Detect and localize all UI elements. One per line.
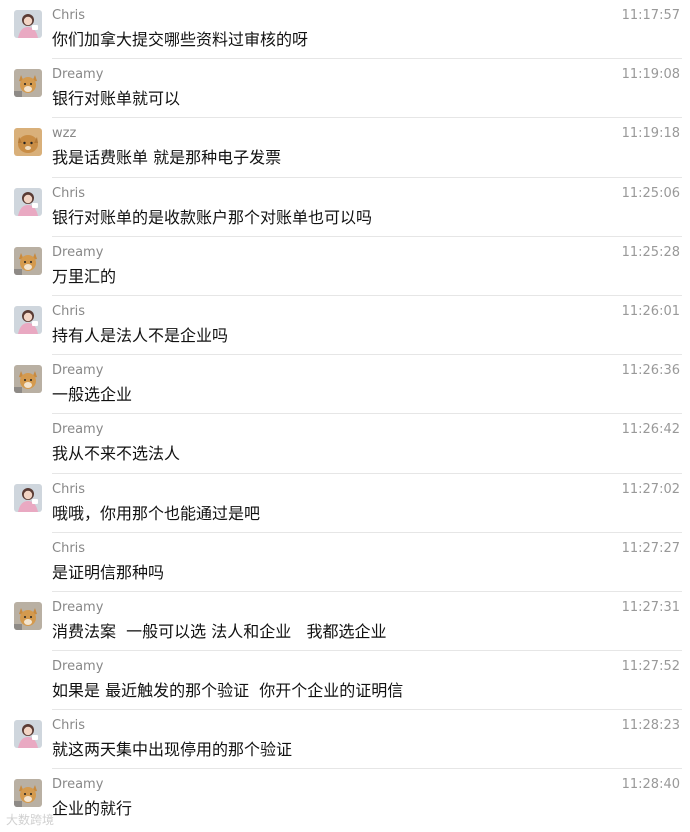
message-item[interactable]: Dreamy 11:27:31 消费法案 一般可以选 法人和企业 我都选企业: [0, 592, 690, 652]
message-item[interactable]: Chris 11:28:23 就这两天集中出现停用的那个验证: [0, 710, 690, 770]
message-text: 我是话费账单 就是那种电子发票: [52, 148, 282, 168]
message-item[interactable]: Dreamy 11:26:36 一般选企业: [0, 355, 690, 415]
sender-name: Dreamy: [52, 67, 104, 83]
message-text: 银行对账单就可以: [52, 89, 181, 109]
message-item[interactable]: Chris 11:25:06 银行对账单的是收款账户那个对账单也可以吗: [0, 178, 690, 237]
sender-name: Dreamy: [52, 659, 104, 675]
message-text: 万里汇的: [52, 266, 117, 286]
sender-name: Dreamy: [52, 363, 104, 379]
message-time: 11:27:27: [621, 540, 680, 556]
message-time: 11:25:06: [621, 185, 680, 201]
avatar[interactable]: [14, 720, 42, 749]
message-time: 11:19:08: [621, 67, 680, 83]
message-text: 持有人是法人不是企业吗: [52, 325, 229, 345]
message-time: 11:26:36: [621, 363, 680, 379]
message-time: 11:17:57: [621, 8, 680, 23]
message-time: 11:28:23: [621, 718, 680, 734]
message-text: 是证明信那种吗: [52, 562, 165, 582]
sender-name: Chris: [52, 481, 86, 497]
message-item[interactable]: Chris 11:27:27 是证明信那种吗: [0, 533, 690, 592]
sender-name: Chris: [52, 303, 86, 319]
message-text: 企业的就行: [52, 799, 133, 819]
message-item[interactable]: Dreamy 11:25:28 万里汇的: [0, 237, 690, 296]
message-text: 如果是 最近触发的那个验证 你开个企业的证明信: [52, 681, 404, 701]
avatar[interactable]: [14, 10, 42, 38]
sender-name: Dreamy: [52, 777, 104, 793]
sender-name: wzz: [52, 126, 77, 142]
sender-name: Dreamy: [52, 244, 104, 260]
sender-name: Chris: [52, 718, 86, 734]
message-item[interactable]: Chris 11:17:57 你们加拿大提交哪些资料过审核的呀: [0, 0, 690, 60]
message-text: 银行对账单的是收款账户那个对账单也可以吗: [52, 207, 373, 227]
sender-name: Chris: [52, 540, 86, 556]
avatar[interactable]: [14, 601, 42, 630]
sender-name: Chris: [52, 8, 86, 23]
avatar[interactable]: [14, 305, 42, 334]
avatar[interactable]: [14, 246, 42, 275]
message-text: 一般选企业: [52, 385, 133, 405]
message-text: 你们加拿大提交哪些资料过审核的呀: [52, 30, 309, 49]
avatar[interactable]: [14, 128, 42, 157]
message-time: 11:26:42: [621, 422, 680, 438]
message-text: 我从不来不选法人: [52, 444, 181, 464]
message-item[interactable]: Dreamy 11:27:52 如果是 最近触发的那个验证 你开个企业的证明信: [0, 651, 690, 711]
message-time: 11:19:18: [621, 126, 680, 142]
message-text: 消费法案 一般可以选 法人和企业 我都选企业: [52, 621, 387, 641]
message-item[interactable]: Chris 11:26:01 持有人是法人不是企业吗: [0, 296, 690, 356]
message-time: 11:26:01: [621, 303, 680, 319]
avatar[interactable]: [14, 779, 42, 808]
sender-name: Dreamy: [52, 422, 104, 438]
message-time: 11:28:40: [621, 777, 680, 793]
watermark: 大数跨境: [6, 813, 55, 827]
avatar[interactable]: [14, 483, 42, 512]
message-item[interactable]: Dreamy 11:28:40 企业的就行: [0, 769, 690, 828]
message-item[interactable]: Chris 11:27:02 哦哦，你用那个也能通过是吧: [0, 474, 690, 533]
message-time: 11:25:28: [621, 244, 680, 260]
message-time: 11:27:31: [621, 599, 680, 615]
message-item[interactable]: Dreamy 11:19:08 银行对账单就可以: [0, 59, 690, 119]
sender-name: Chris: [52, 185, 86, 201]
message-text: 哦哦，你用那个也能通过是吧: [52, 503, 261, 523]
message-text: 就这两天集中出现停用的那个验证: [52, 740, 293, 760]
message-time: 11:27:52: [621, 659, 680, 675]
message-item[interactable]: wzz 11:19:18 我是话费账单 就是那种电子发票: [0, 118, 690, 178]
avatar[interactable]: [14, 365, 42, 394]
avatar[interactable]: [14, 69, 42, 98]
sender-name: Dreamy: [52, 599, 104, 615]
chat-history: Chris 11:17:57 你们加拿大提交哪些资料过审核的呀 Dreamy 11:1…: [0, 0, 690, 829]
message-time: 11:27:02: [621, 481, 680, 497]
avatar[interactable]: [14, 187, 42, 216]
message-item[interactable]: Dreamy 11:26:42 我从不来不选法人: [0, 414, 690, 474]
